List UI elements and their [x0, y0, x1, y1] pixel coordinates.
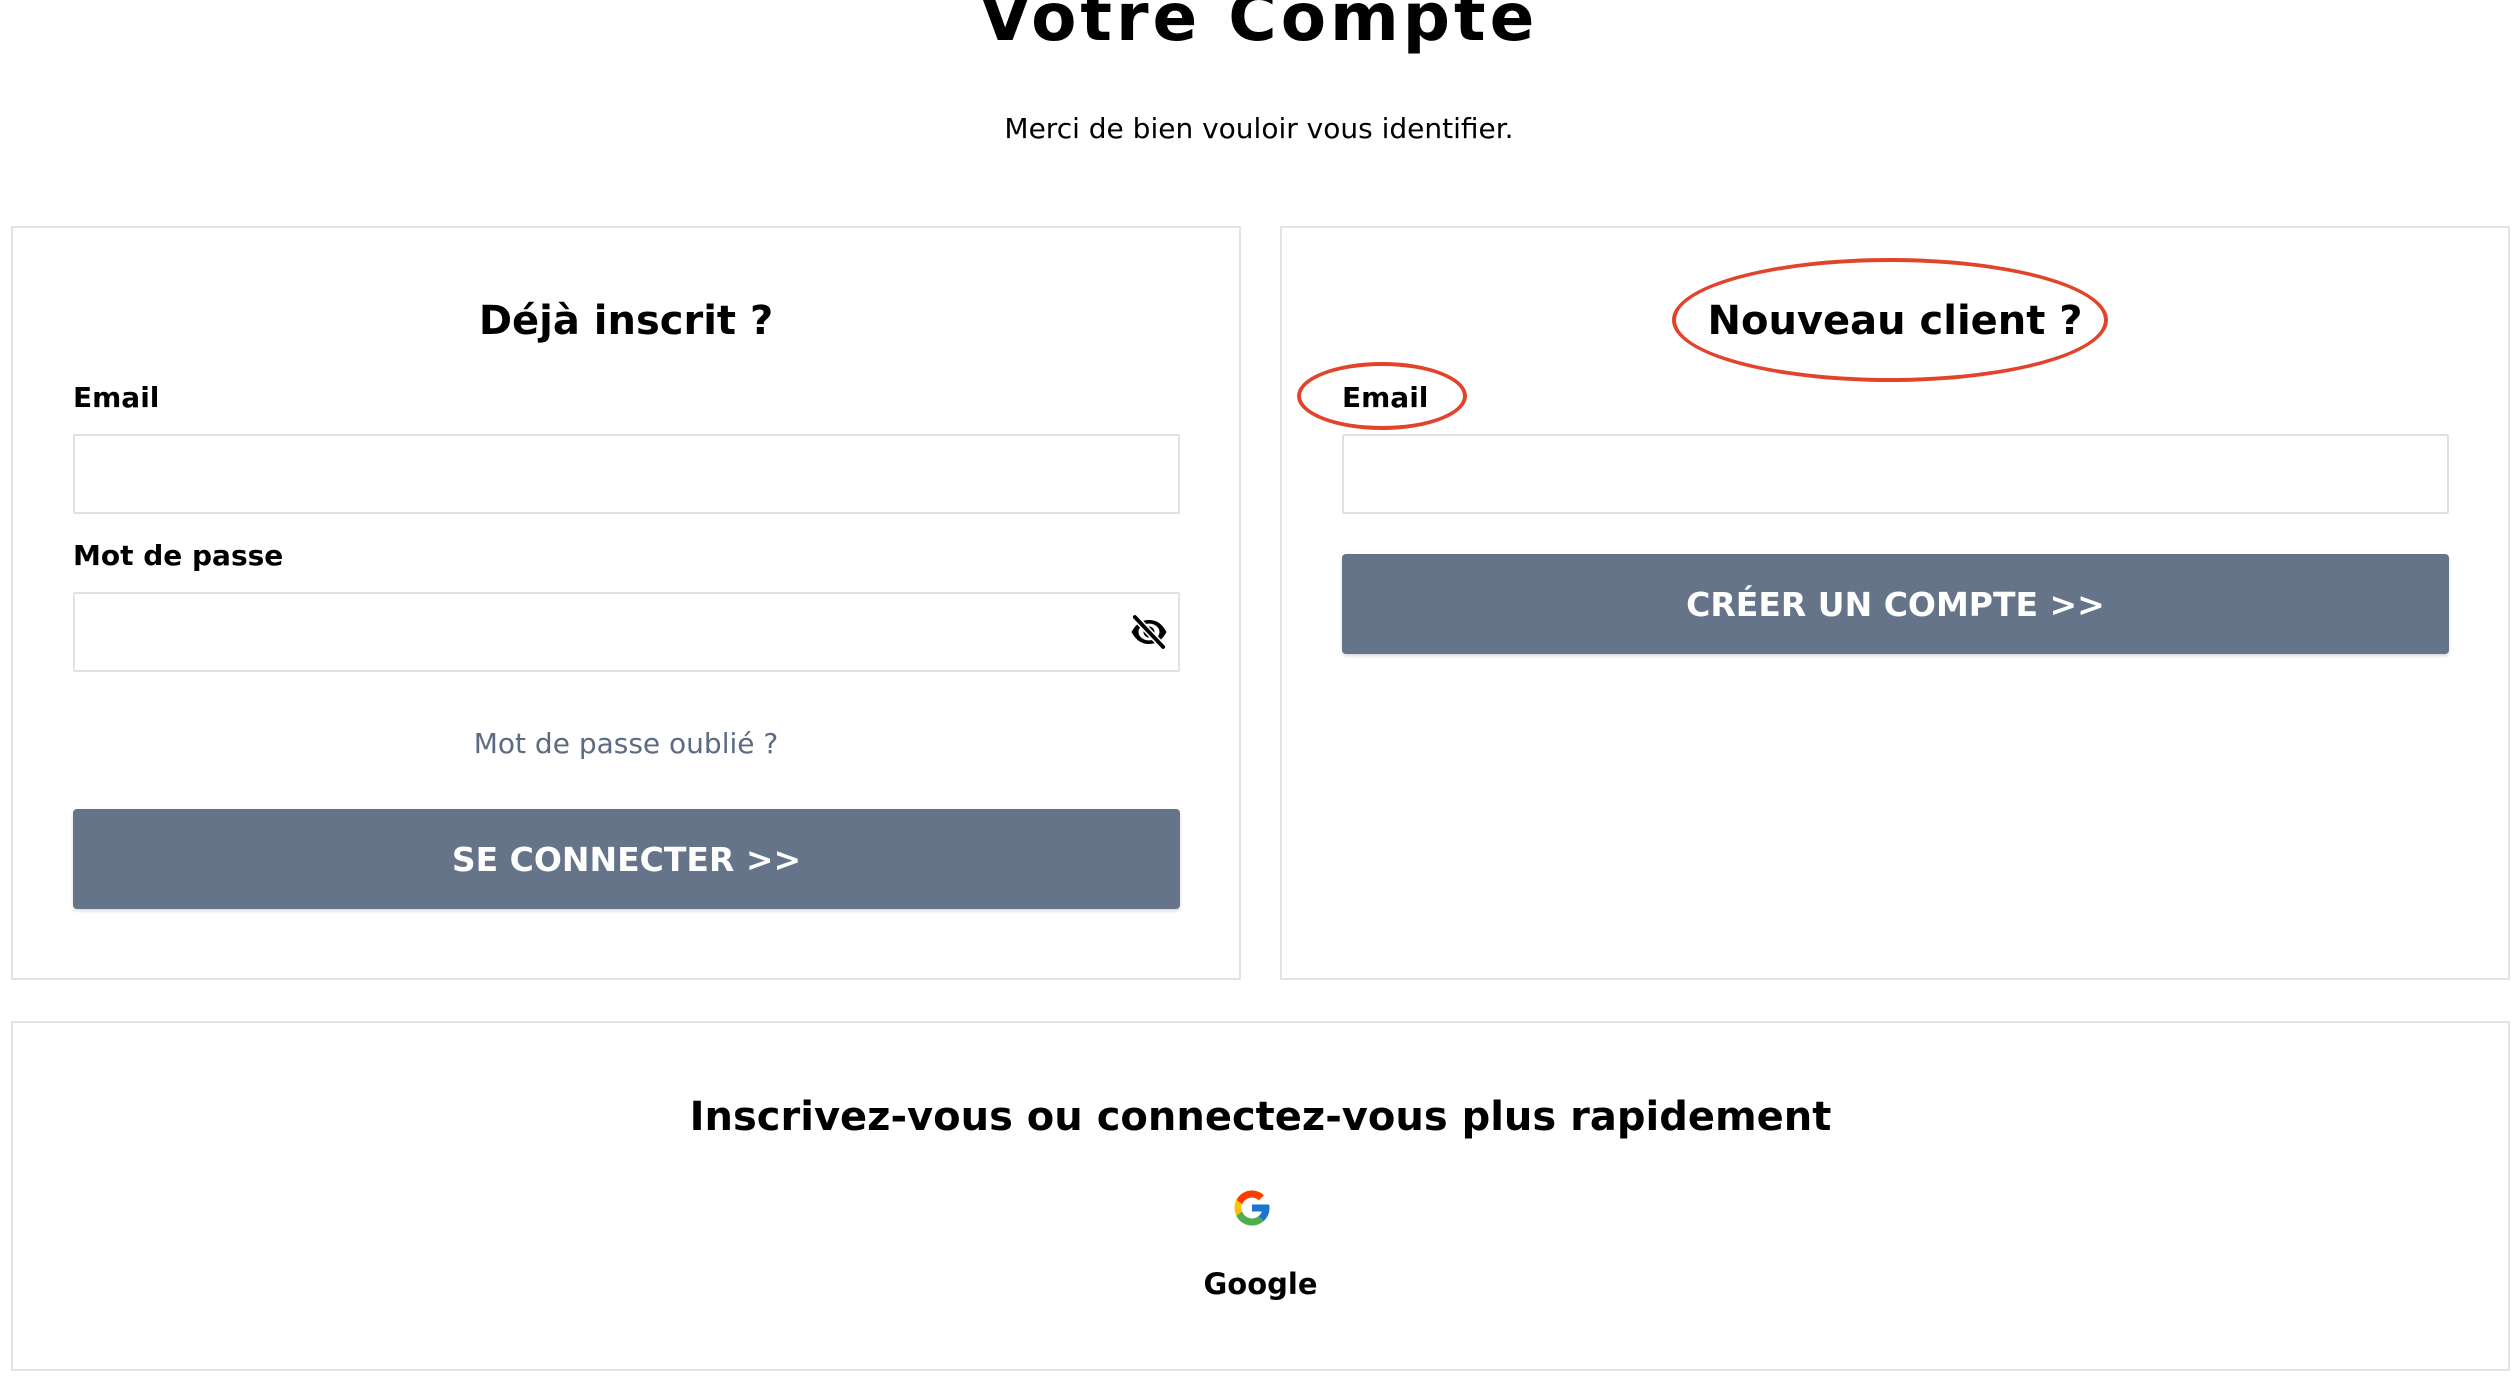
- new-client-email-input[interactable]: [1342, 434, 2449, 514]
- page-title: Votre Compte: [979, 0, 1539, 56]
- password-label: Mot de passe: [73, 539, 284, 572]
- google-label[interactable]: Google: [13, 1266, 2508, 1302]
- login-button[interactable]: SE CONNECTER >>: [73, 809, 1180, 909]
- social-heading: Inscrivez-vous ou connectez-vous plus ra…: [689, 1094, 1832, 1140]
- eye-slash-icon[interactable]: [1129, 612, 1169, 652]
- google-icon[interactable]: [1231, 1187, 1273, 1229]
- login-email-label: Email: [73, 381, 160, 414]
- forgot-password-link[interactable]: Mot de passe oublié ?: [13, 727, 1239, 761]
- social-login-panel: Inscrivez-vous ou connectez-vous plus ra…: [11, 1021, 2510, 1371]
- login-email-input[interactable]: [73, 434, 1180, 514]
- password-input[interactable]: [73, 592, 1180, 672]
- new-client-panel: Nouveau client ? Email CRÉER UN COMPTE >…: [1280, 226, 2510, 980]
- login-heading: Déjà inscrit ?: [478, 298, 774, 344]
- new-client-heading: Nouveau client ?: [1707, 298, 2083, 344]
- new-client-email-label: Email: [1342, 381, 1429, 414]
- create-account-button[interactable]: CRÉER UN COMPTE >>: [1342, 554, 2449, 654]
- login-panel: Déjà inscrit ? Email Mot de passe Mot de…: [11, 226, 1241, 980]
- page-subtitle: Merci de bien vouloir vous identifier.: [1004, 112, 1514, 145]
